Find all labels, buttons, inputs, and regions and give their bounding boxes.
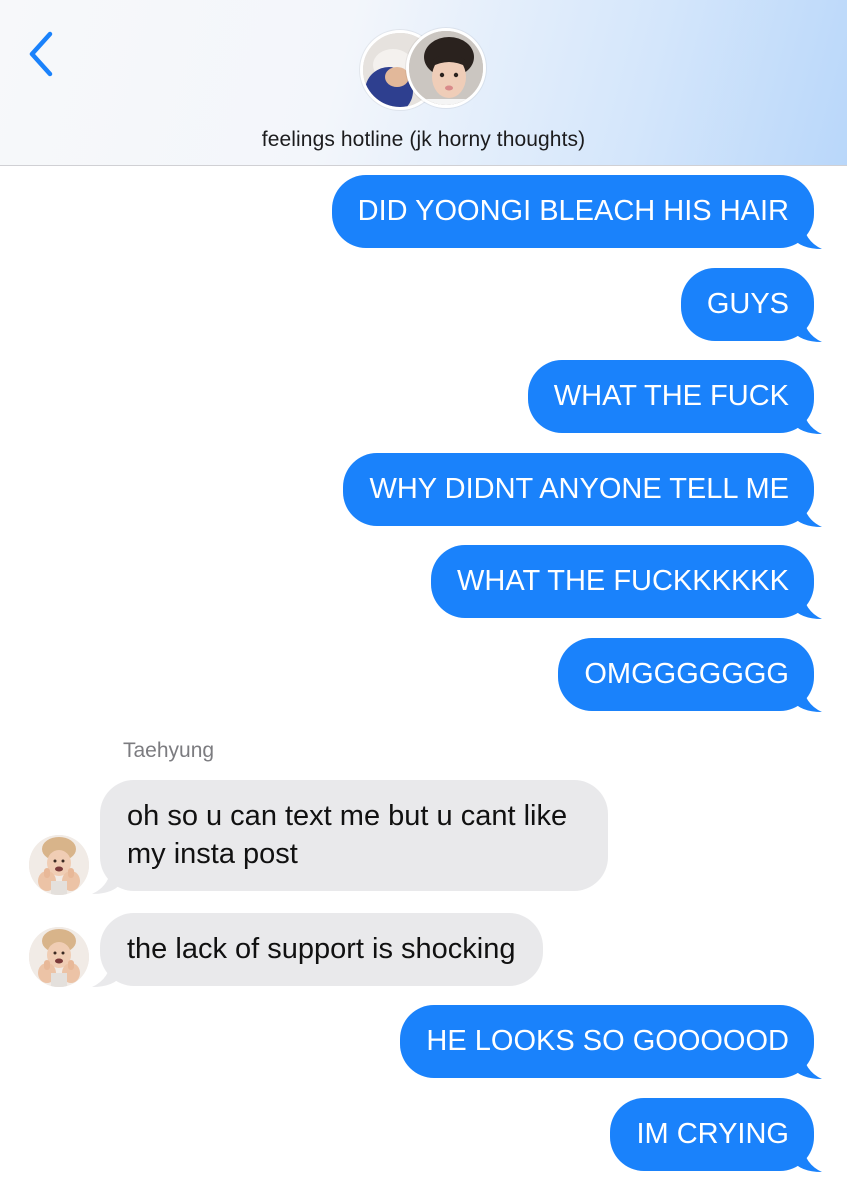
chevron-left-icon xyxy=(29,31,53,77)
sender-name: Taehyung xyxy=(123,739,215,762)
bubble-tail xyxy=(792,682,822,712)
contact-avatar[interactable] xyxy=(29,927,89,987)
outgoing-message-bubble[interactable]: OMGGGGGGG xyxy=(558,638,814,711)
bubble-tail xyxy=(792,589,822,619)
conversation-title: feelings hotline (jk horny thoughts) xyxy=(261,128,586,151)
outgoing-message-bubble[interactable]: HE LOOKS SO GOOOOOD xyxy=(400,1005,814,1078)
contact-avatar[interactable] xyxy=(29,835,89,895)
bubble-tail xyxy=(792,1049,822,1079)
outgoing-message-bubble[interactable]: IM CRYING xyxy=(610,1098,814,1171)
back-button[interactable] xyxy=(22,28,62,80)
outgoing-message-bubble[interactable]: WHAT THE FUCKKKKKK xyxy=(431,545,814,618)
bubble-tail xyxy=(792,312,822,342)
outgoing-message-bubble[interactable]: WHAT THE FUCK xyxy=(527,360,814,433)
bubble-tail xyxy=(792,219,822,249)
incoming-message-bubble[interactable]: oh so u can text me but u cant like my i… xyxy=(100,780,608,891)
bubble-tail xyxy=(792,1142,822,1172)
incoming-message-bubble[interactable]: the lack of support is shocking xyxy=(100,913,544,986)
bubble-tail xyxy=(792,497,822,527)
bubble-tail xyxy=(92,957,122,987)
conversation-header: feelings hotline (jk horny thoughts) xyxy=(0,0,847,166)
bubble-tail xyxy=(92,864,122,894)
bubble-tail xyxy=(792,404,822,434)
outgoing-message-bubble[interactable]: DID YOONGI BLEACH HIS HAIR xyxy=(331,175,814,248)
group-member-avatar xyxy=(406,28,486,108)
outgoing-message-bubble[interactable]: WHY DIDNT ANYONE TELL ME xyxy=(343,453,814,526)
group-avatar-stack[interactable] xyxy=(360,28,490,112)
